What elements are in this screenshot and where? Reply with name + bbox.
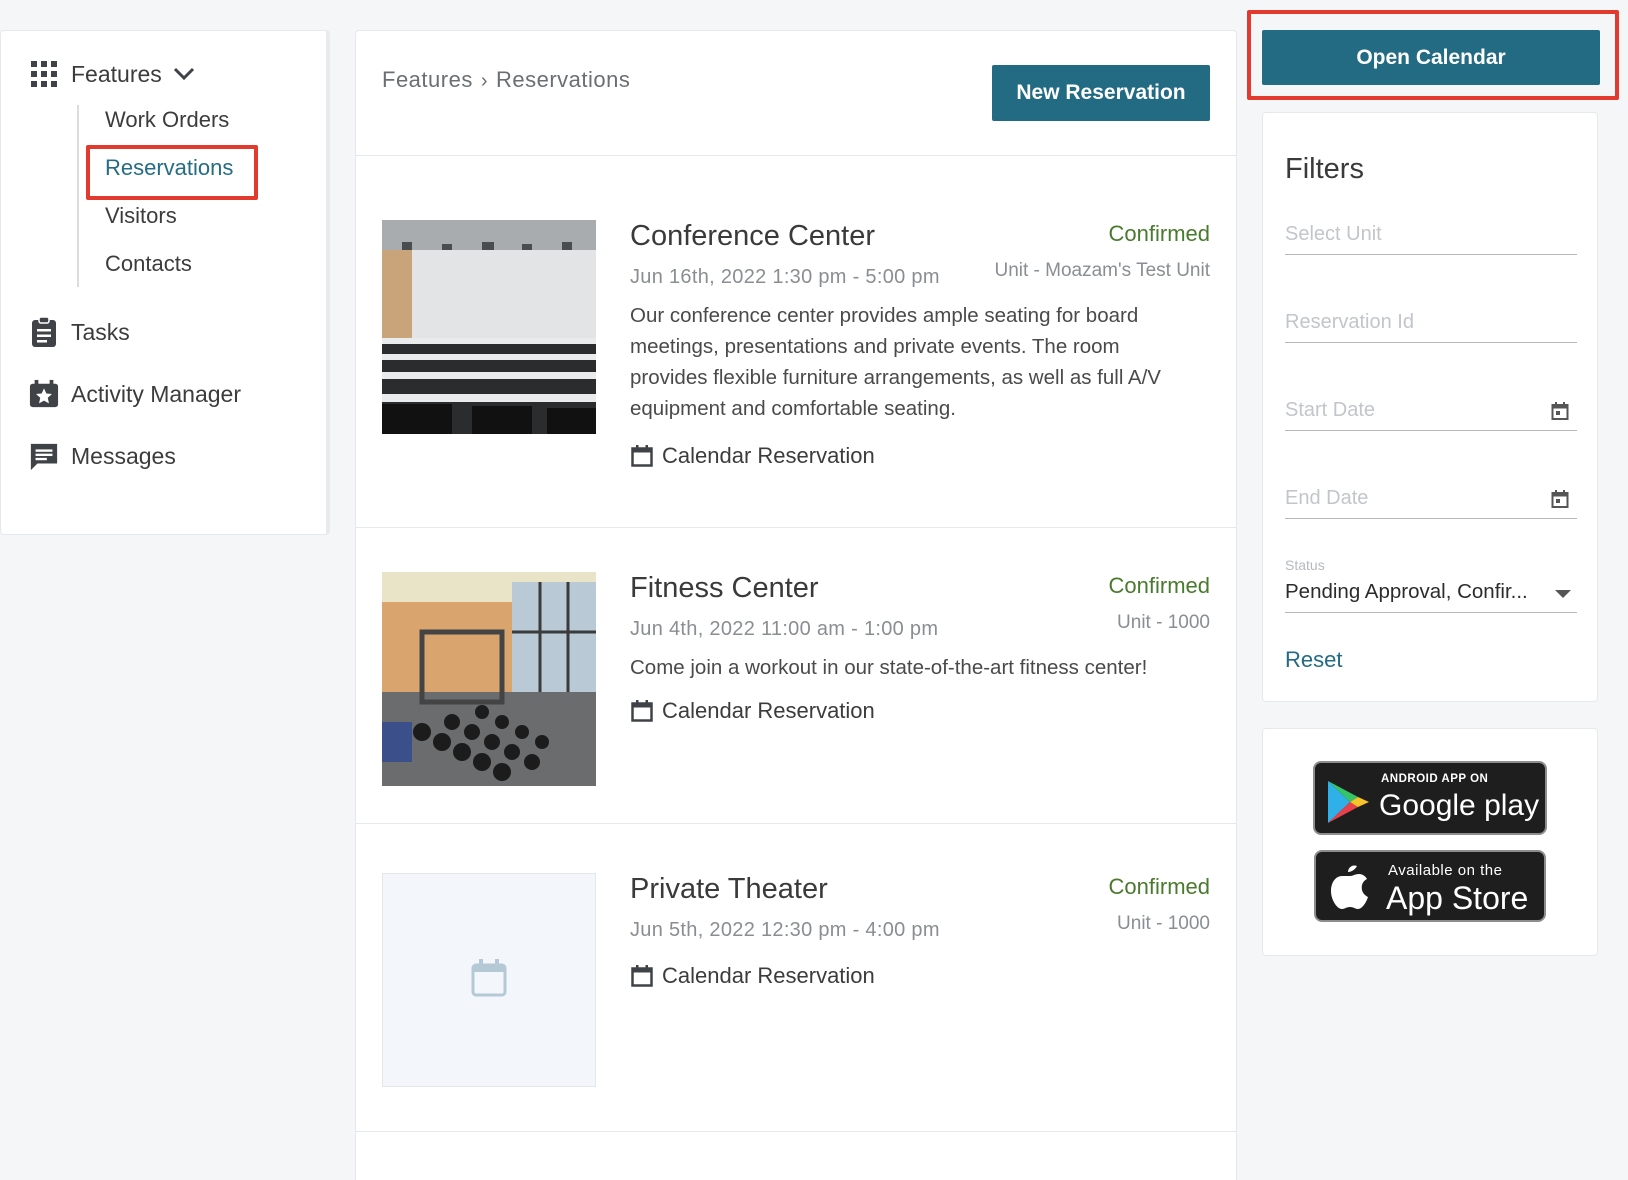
unit-select[interactable]: Select Unit	[1285, 217, 1577, 255]
calendar-icon	[630, 964, 654, 988]
breadcrumb-separator: ›	[480, 70, 488, 92]
features-menu[interactable]: Features	[29, 59, 196, 89]
reservation-type: Calendar Reservation	[662, 443, 875, 468]
breadcrumb-parent[interactable]: Features	[382, 67, 473, 92]
calendar-icon[interactable]	[1551, 402, 1571, 422]
calendar-reservation-tag: Calendar Reservation	[630, 443, 875, 469]
reservation-title[interactable]: Private Theater	[630, 873, 828, 906]
sidebar-item-messages[interactable]: Messages	[29, 441, 176, 471]
reservation-title[interactable]: Conference Center	[630, 220, 875, 253]
sidebar-item-activity-manager[interactable]: Activity Manager	[29, 379, 241, 409]
reservation-description: Come join a workout in our state-of-the-…	[630, 656, 1148, 679]
calendar-icon[interactable]	[1551, 490, 1571, 510]
breadcrumb-current: Reservations	[496, 67, 631, 92]
chevron-down-icon	[172, 59, 196, 89]
fitness-center-image	[382, 572, 596, 786]
start-date-input[interactable]: Start Date	[1285, 393, 1577, 431]
sidebar-item-tasks[interactable]: Tasks	[29, 316, 130, 347]
calendar-reservation-tag: Calendar Reservation	[630, 698, 875, 724]
reservation-unit: Unit - 1000	[1117, 913, 1210, 934]
star-calendar-icon	[29, 379, 59, 409]
status-badge: Confirmed	[1108, 874, 1210, 899]
reservations-highlight	[86, 145, 258, 200]
filters-panel: Filters Select Unit Reservation Id Start…	[1262, 112, 1598, 702]
status-label: Status	[1285, 557, 1325, 573]
status-value: Pending Approval, Confir...	[1285, 580, 1528, 603]
sidebar-item-work-orders[interactable]: Work Orders	[105, 107, 229, 133]
calendar-reservation-tag: Calendar Reservation	[630, 963, 875, 989]
image-placeholder	[382, 873, 596, 1087]
reservation-datetime: Jun 4th, 2022 11:00 am - 1:00 pm	[630, 618, 939, 640]
new-reservation-button[interactable]: New Reservation	[992, 65, 1210, 121]
reservation-unit: Unit - Moazam's Test Unit	[994, 260, 1210, 281]
start-date-placeholder: Start Date	[1285, 399, 1376, 421]
status-badge: Confirmed	[1108, 573, 1210, 598]
reservation-id-placeholder: Reservation Id	[1285, 311, 1414, 333]
sidebar-item-visitors[interactable]: Visitors	[105, 203, 177, 229]
app-store-name: App Store	[1386, 880, 1529, 916]
reservations-panel: Features › Reservations New Reservation Co…	[355, 30, 1237, 1180]
reservation-id-input[interactable]: Reservation Id	[1285, 305, 1577, 343]
sidebar-item-contacts[interactable]: Contacts	[105, 251, 192, 277]
app-store-badge[interactable]: Available on the App Store	[1314, 850, 1546, 922]
grid-icon	[29, 59, 59, 89]
filters-title: Filters	[1285, 153, 1364, 185]
open-calendar-highlight	[1247, 10, 1619, 100]
reservation-datetime: Jun 16th, 2022 1:30 pm - 5:00 pm	[630, 266, 940, 288]
apple-icon	[1330, 862, 1370, 915]
end-date-input[interactable]: End Date	[1285, 481, 1577, 519]
app-store-caption: Available on the	[1388, 862, 1503, 879]
reservation-datetime: Jun 5th, 2022 12:30 pm - 4:00 pm	[630, 919, 940, 941]
reservation-description: Our conference center provides ample sea…	[630, 304, 1161, 420]
reservation-title[interactable]: Fitness Center	[630, 572, 819, 605]
breadcrumb: Features › Reservations	[382, 67, 630, 93]
google-play-name: Google play	[1379, 789, 1540, 822]
sidebar-item-label: Activity Manager	[71, 380, 242, 407]
clipboard-icon	[29, 316, 59, 347]
calendar-icon	[630, 444, 654, 468]
caret-down-icon	[1555, 590, 1571, 598]
reservation-card[interactable]: Private Theater Confirmed Jun 5th, 2022 …	[356, 824, 1236, 1132]
features-label: Features	[71, 60, 162, 87]
reservation-type: Calendar Reservation	[662, 963, 875, 988]
google-play-icon	[1325, 779, 1371, 830]
reservation-card[interactable]: Fitness Center Confirmed Jun 4th, 2022 1…	[356, 528, 1236, 824]
sidebar-item-label: Tasks	[71, 318, 130, 345]
status-badge: Confirmed	[1108, 221, 1210, 246]
message-icon	[29, 441, 59, 471]
google-play-caption: ANDROID APP ON	[1381, 773, 1489, 785]
reservation-unit: Unit - 1000	[1117, 612, 1210, 633]
status-select[interactable]: Pending Approval, Confir...	[1285, 573, 1577, 613]
calendar-icon	[471, 958, 507, 1002]
sidebar-item-label: Messages	[71, 442, 176, 469]
reservation-type: Calendar Reservation	[662, 698, 875, 723]
end-date-placeholder: End Date	[1285, 487, 1369, 509]
app-store-panel: ANDROID APP ON Google play Available on …	[1262, 728, 1598, 956]
reset-button[interactable]: Reset	[1285, 647, 1342, 673]
google-play-badge[interactable]: ANDROID APP ON Google play	[1313, 761, 1547, 835]
conference-center-image	[382, 220, 596, 434]
reservation-card[interactable]: Conference Center Confirmed Jun 16th, 20…	[356, 155, 1236, 528]
unit-placeholder: Select Unit	[1285, 223, 1382, 245]
calendar-icon	[630, 699, 654, 723]
sidebar: Features Work Orders Reservations Visito…	[0, 30, 330, 535]
